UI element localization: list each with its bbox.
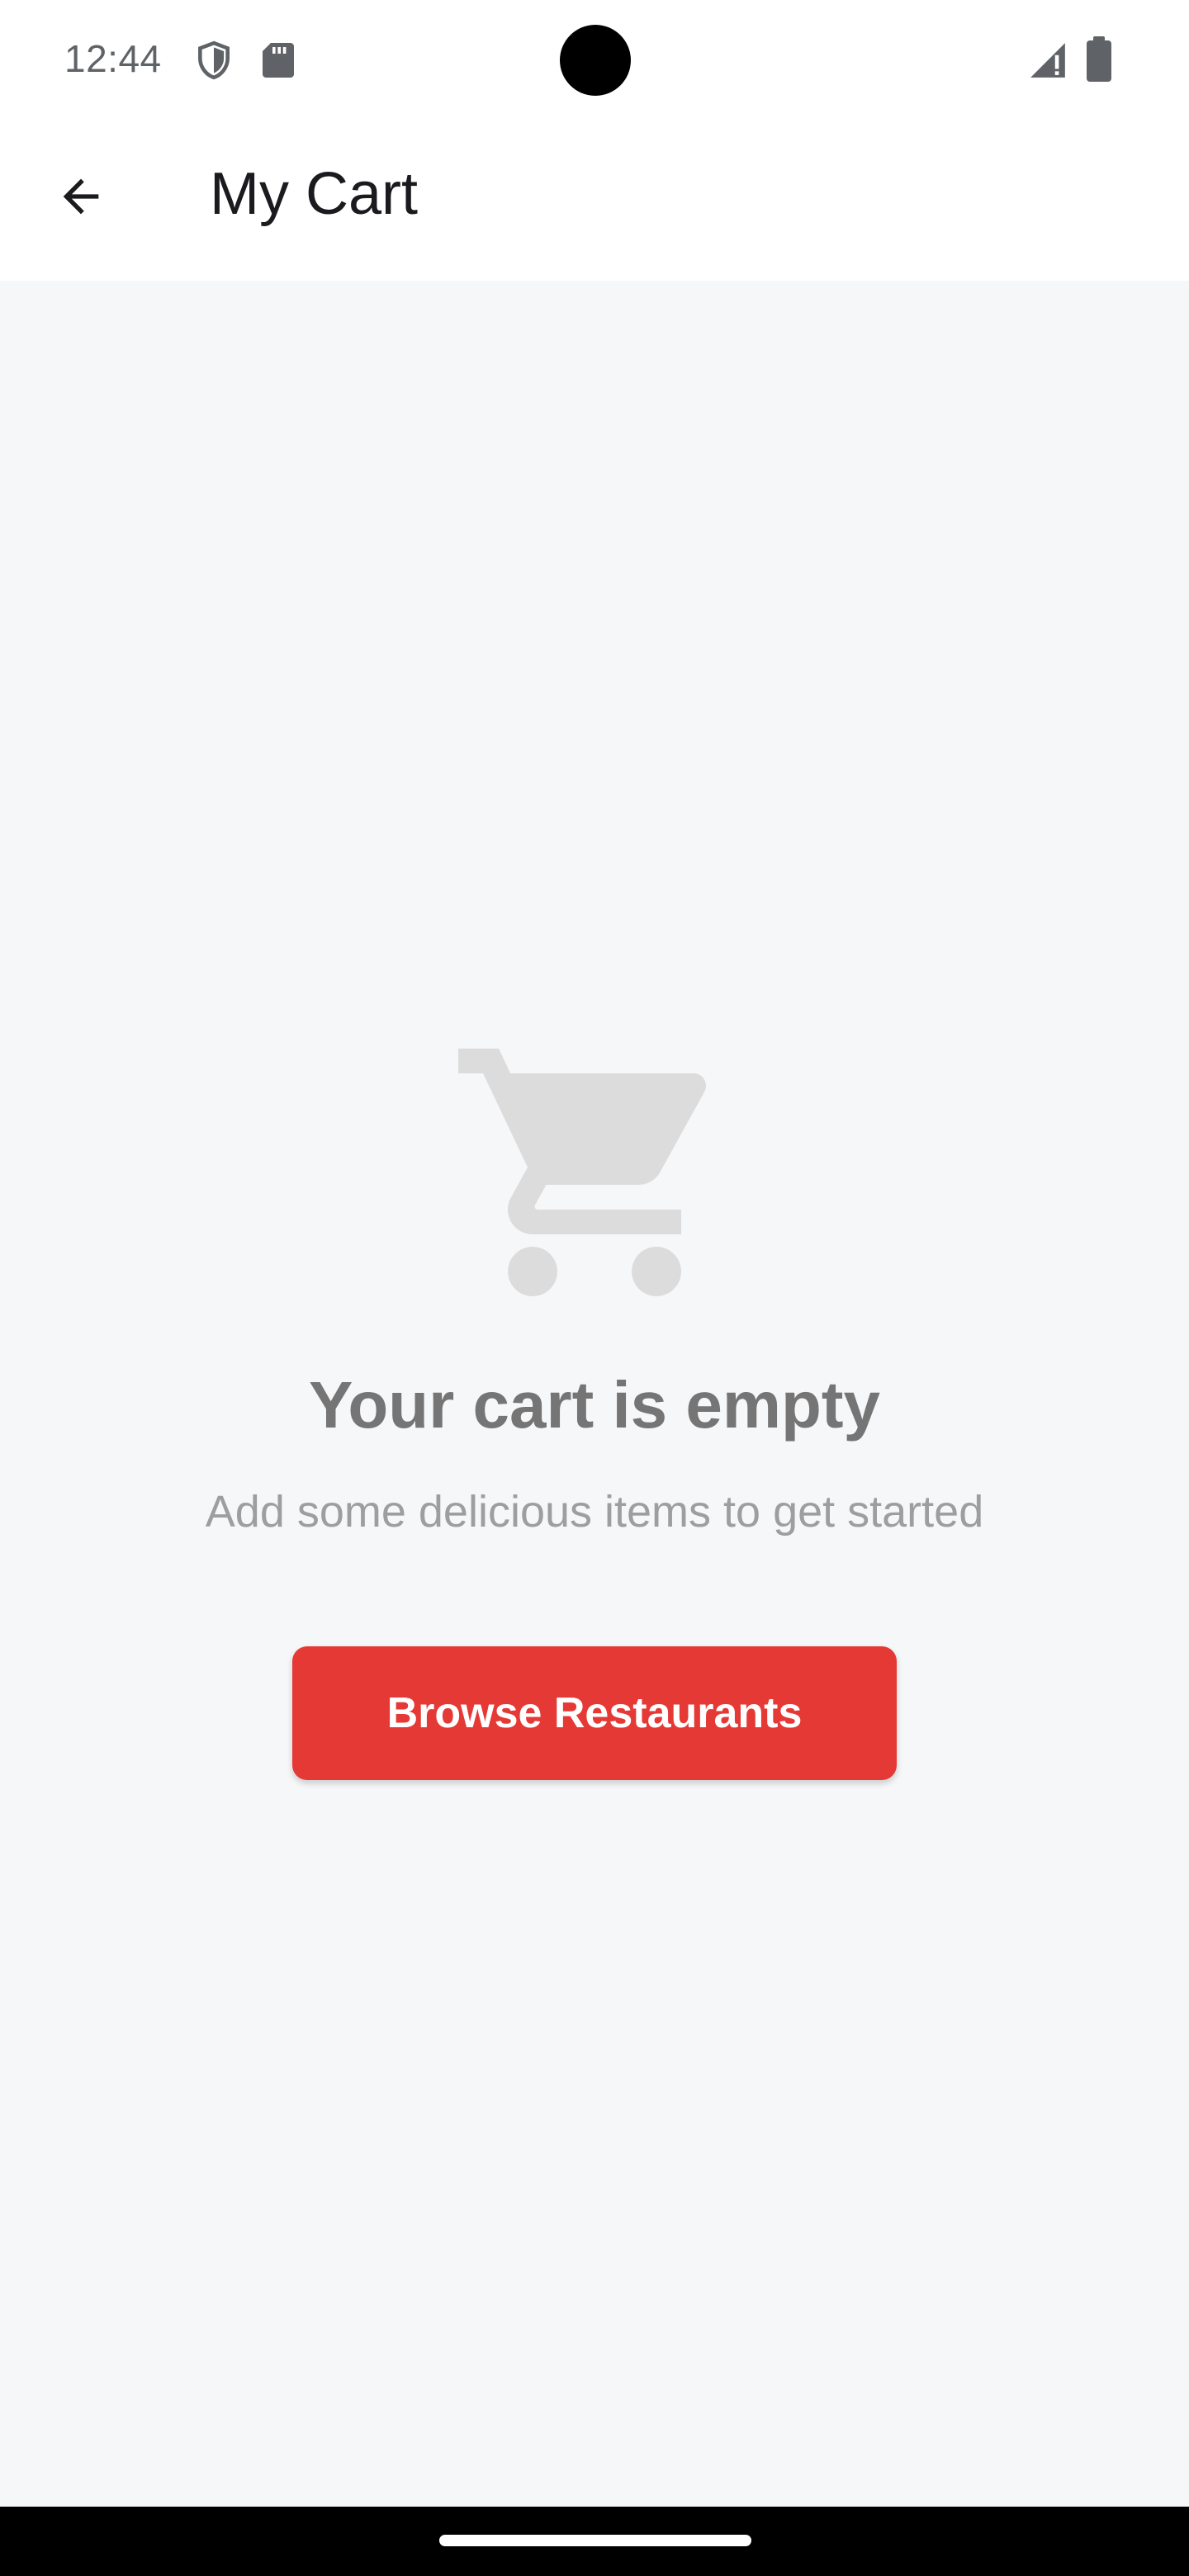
sd-card-icon xyxy=(259,41,296,83)
page-title: My Cart xyxy=(210,161,418,227)
camera-cutout xyxy=(560,25,631,96)
screen: 12:44 My Cart Your cart is empty Add som… xyxy=(0,0,1189,2576)
app-bar: My Cart xyxy=(0,119,1189,281)
browse-restaurants-button[interactable]: Browse Restaurants xyxy=(292,1646,897,1780)
shopping-cart-icon xyxy=(446,1024,743,1321)
signal-icon xyxy=(1027,40,1068,85)
home-gesture-handle[interactable] xyxy=(439,2535,751,2546)
arrow-back-icon xyxy=(54,170,107,227)
empty-cart-content: Your cart is empty Add some delicious it… xyxy=(0,281,1189,2507)
shield-icon xyxy=(193,40,234,85)
status-bar: 12:44 xyxy=(0,0,1189,119)
empty-cart-title: Your cart is empty xyxy=(308,1368,881,1442)
back-button[interactable] xyxy=(40,157,122,239)
navigation-bar xyxy=(0,2507,1189,2576)
battery-icon xyxy=(1085,36,1113,87)
status-time: 12:44 xyxy=(64,37,162,80)
empty-cart-subtitle: Add some delicious items to get started xyxy=(205,1487,984,1537)
